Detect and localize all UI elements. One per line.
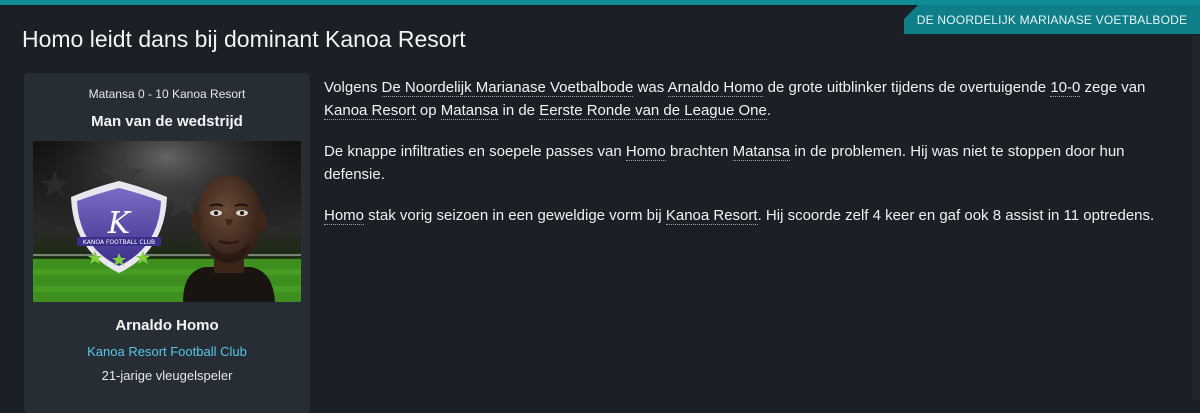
inline-link[interactable]: 10-0 [1050, 79, 1081, 97]
inline-link[interactable]: Arnaldo Homo [667, 79, 764, 97]
source-tab[interactable]: DE NOORDELIJK MARIANASE VOETBALBODE [904, 5, 1200, 34]
inline-link[interactable]: Eerste Ronde van de League One [539, 102, 767, 120]
player-name[interactable]: Arnaldo Homo [24, 317, 310, 334]
man-of-match-card: Matansa 0 - 10 Kanoa Resort Man van de w… [24, 73, 310, 413]
article-text: in de [498, 102, 540, 119]
svg-text:K: K [107, 206, 132, 241]
inline-link[interactable]: Homo [625, 143, 666, 161]
article-text: . Hij scoorde zelf 4 keer en gaf ook 8 a… [757, 207, 1155, 224]
inline-link[interactable]: Kanoa Resort [665, 207, 758, 225]
article-paragraph: Homo stak vorig seizoen in een geweldige… [324, 204, 1180, 227]
article-text: . [766, 102, 772, 119]
article-text: brachten [665, 143, 733, 160]
article-text: zege van [1080, 79, 1146, 96]
inline-link[interactable]: De Noordelijk Marianase Voetbalbode [381, 79, 634, 97]
top-accent-bar [0, 0, 1200, 5]
article-text: stak vorig seizoen in een geweldige vorm… [364, 207, 666, 224]
inline-link[interactable]: Kanoa Resort [324, 102, 416, 120]
svg-text:KANOA FOOTBALL CLUB: KANOA FOOTBALL CLUB [83, 239, 155, 246]
inline-link[interactable]: Homo [324, 207, 365, 225]
page-title: Homo leidt dans bij dominant Kanoa Resor… [22, 26, 466, 52]
award-title: Man van de wedstrijd [91, 113, 243, 130]
article-text: was [633, 79, 668, 96]
inline-link[interactable]: Matansa [732, 143, 791, 161]
inline-link[interactable]: Matansa [440, 102, 499, 120]
scrollbar[interactable] [1192, 36, 1200, 400]
article-text: op [415, 102, 441, 119]
article-text: de grote uitblinker tijdens de overtuige… [763, 79, 1051, 96]
article-text: Volgens [324, 79, 382, 96]
player-club-link[interactable]: Kanoa Resort Football Club [24, 344, 310, 359]
article-text: De knappe infiltraties en soepele passes… [324, 143, 626, 160]
match-score: Matansa 0 - 10 Kanoa Resort [88, 87, 246, 101]
article-paragraph: Volgens De Noordelijk Marianase Voetbalb… [324, 76, 1180, 122]
article-body: Volgens De Noordelijk Marianase Voetbalb… [324, 76, 1180, 245]
player-photo: K KANOA FOOTBALL CLUB [33, 141, 301, 302]
player-role: 21-jarige vleugelspeler [101, 368, 233, 383]
article-paragraph: De knappe infiltraties en soepele passes… [324, 140, 1180, 186]
